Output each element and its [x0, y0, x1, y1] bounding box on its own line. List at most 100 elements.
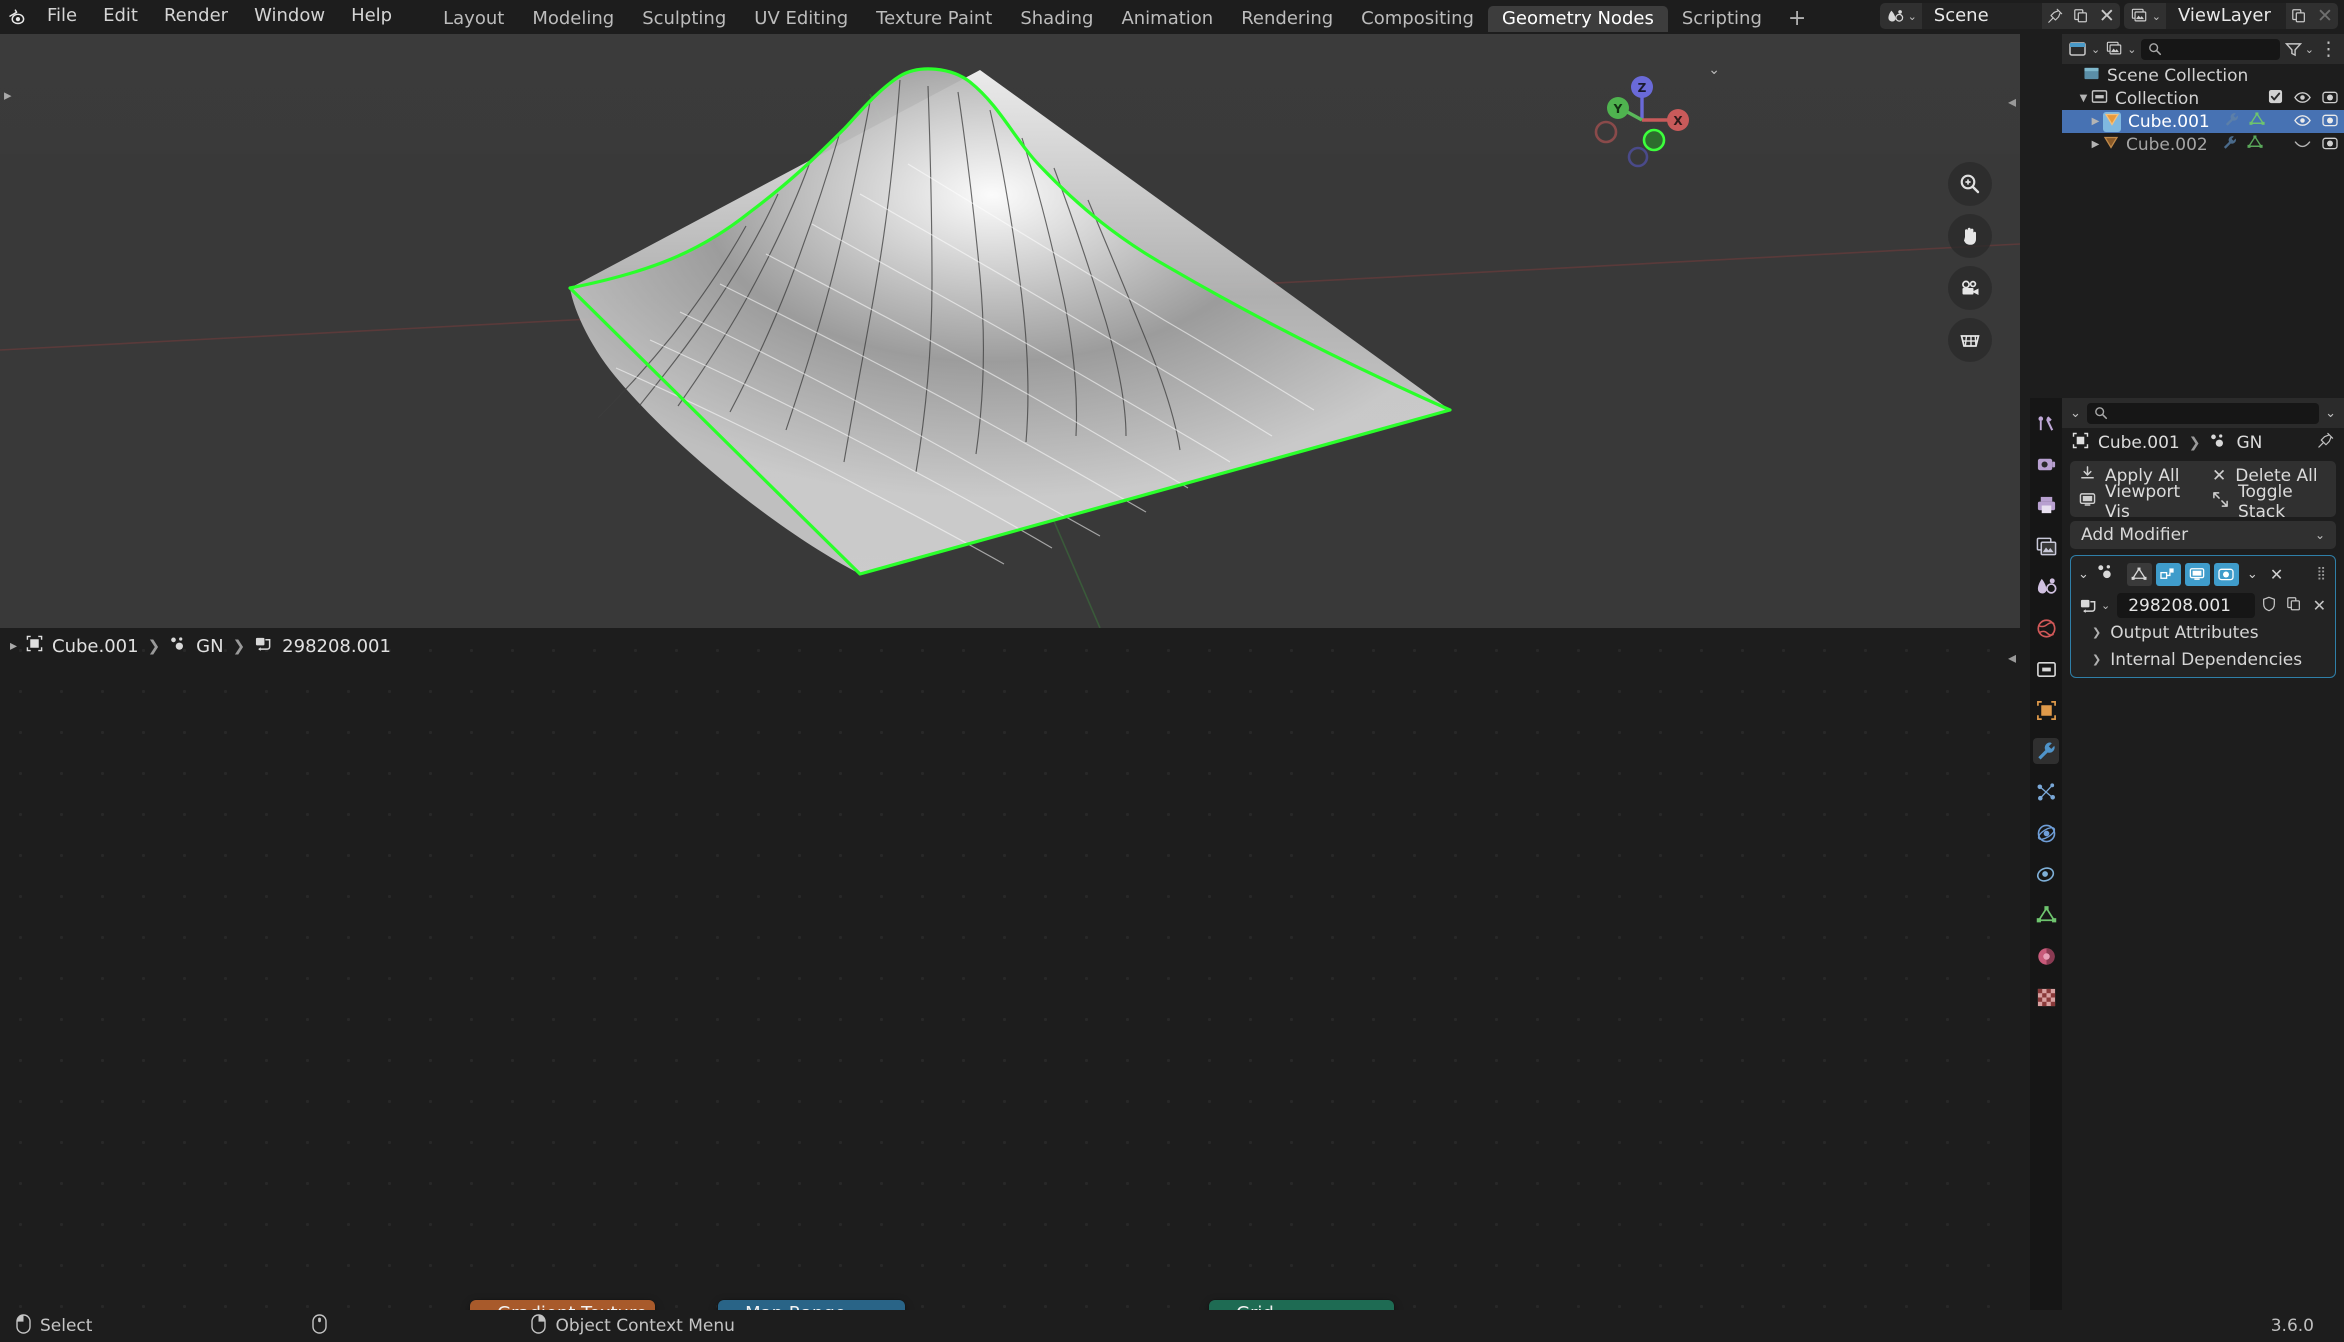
properties-tab-physics[interactable]: [2033, 820, 2059, 846]
outliner-row-scene-collection[interactable]: Scene Collection: [2062, 64, 2344, 87]
panel-internal-dependencies[interactable]: ❯ Internal Dependencies: [2075, 646, 2331, 673]
node-header[interactable]: ⌄ Grid: [1209, 1300, 1394, 1310]
properties-tab-view-layer[interactable]: [2033, 533, 2059, 559]
node-map-range[interactable]: ⌄ Map Range Result Float ⌄ Smooth Step ⌄…: [718, 1300, 905, 1310]
wrench-icon[interactable]: [2222, 135, 2238, 155]
chevron-down-icon[interactable]: ⌄: [2325, 406, 2336, 421]
add-modifier-button[interactable]: Add Modifier ⌄: [2070, 521, 2336, 549]
nodegroup-name-field[interactable]: 298208.001: [2117, 593, 2255, 618]
properties-editor[interactable]: ⌄ ⌄ Cube.001 ❯ GN Apply All ✕ Delete All…: [2062, 398, 2344, 1310]
properties-tab-collection[interactable]: [2033, 656, 2059, 682]
workspace-tab-shading[interactable]: Shading: [1006, 6, 1107, 32]
camera-icon[interactable]: [2322, 112, 2338, 132]
add-workspace-button[interactable]: +: [1776, 6, 1818, 32]
outliner-row-cube-002[interactable]: ▶ Cube.002: [2062, 133, 2344, 156]
blender-logo-icon[interactable]: [0, 0, 34, 32]
properties-tab-material[interactable]: [2033, 943, 2059, 969]
camera-icon[interactable]: [2322, 135, 2338, 155]
node-gradient-texture[interactable]: ⌄ Gradient Texture Color Fac Spherical ⌄…: [470, 1300, 655, 1310]
properties-tab-tool[interactable]: [2033, 410, 2059, 436]
mesh-data-icon[interactable]: [2249, 111, 2265, 132]
viewport-overlay-collapse[interactable]: ⌄: [1708, 62, 1720, 78]
eye-icon[interactable]: [2294, 112, 2311, 132]
workspace-tab-texture-paint[interactable]: Texture Paint: [862, 6, 1006, 32]
chevron-down-icon[interactable]: ⌄: [2243, 567, 2262, 582]
properties-search-input[interactable]: [2086, 402, 2320, 424]
workspace-tab-layout[interactable]: Layout: [429, 6, 518, 32]
new-scene-icon[interactable]: [2068, 3, 2094, 29]
zoom-icon[interactable]: [1948, 162, 1992, 206]
drag-dots-icon[interactable]: ⣿: [2316, 567, 2331, 580]
terrain-mesh[interactable]: [560, 62, 1460, 582]
geometry-node-editor[interactable]: ▸ Cube.001 ❯ GN ❯ 298208.001 ◂: [0, 630, 2020, 1310]
eye-closed-icon[interactable]: [2294, 135, 2311, 155]
node-header[interactable]: ⌄ Map Range: [718, 1300, 905, 1310]
modifier-panel[interactable]: ⌄ ⌄ ✕ ⣿ ⌄ 298208.001 ✕ ❯ Output Attribut…: [2070, 555, 2336, 678]
viewlayer-name[interactable]: ViewLayer: [2166, 3, 2286, 29]
properties-tab-render[interactable]: [2033, 451, 2059, 477]
scene-name[interactable]: Scene: [1921, 3, 2042, 29]
menu-file[interactable]: File: [34, 0, 90, 32]
new-nodetree-icon[interactable]: [2283, 595, 2305, 617]
editor-type-icon[interactable]: ⌄: [2068, 41, 2100, 57]
menu-help[interactable]: Help: [338, 0, 405, 32]
realtime-nodes-toggle[interactable]: [2155, 562, 2181, 586]
workspace-tab-rendering[interactable]: Rendering: [1227, 6, 1347, 32]
nodetree-icon[interactable]: ⌄: [2075, 597, 2114, 614]
unlink-icon[interactable]: ✕: [2308, 596, 2331, 615]
render-visibility-toggle[interactable]: [2213, 562, 2239, 586]
grid-icon[interactable]: [1948, 318, 1992, 362]
edit-mode-toggle[interactable]: [2126, 562, 2152, 586]
eye-icon[interactable]: [2294, 89, 2311, 109]
toggle-stack-button[interactable]: Toggle Stack: [2203, 482, 2336, 522]
mesh-data-icon[interactable]: [2247, 134, 2263, 155]
properties-tab-constraints[interactable]: [2033, 861, 2059, 887]
workspace-tab-sculpting[interactable]: Sculpting: [628, 6, 740, 32]
workspace-tab-geometry-nodes[interactable]: Geometry Nodes: [1487, 6, 1668, 32]
workspace-tab-scripting[interactable]: Scripting: [1668, 6, 1776, 32]
breadcrumb-expand-icon[interactable]: ▸: [10, 638, 17, 654]
breadcrumb-object-label[interactable]: Cube.001: [52, 636, 139, 657]
node-editor-n-panel-toggle[interactable]: ◂: [2008, 648, 2016, 667]
workspace-tab-compositing[interactable]: Compositing: [1347, 6, 1488, 32]
menu-edit[interactable]: Edit: [90, 0, 151, 32]
viewlayer-selector[interactable]: ⌄ ViewLayer ✕: [2123, 3, 2338, 29]
properties-tab-data[interactable]: [2033, 902, 2059, 928]
workspace-tab-modeling[interactable]: Modeling: [518, 6, 628, 32]
pin-icon[interactable]: [2042, 3, 2068, 29]
breadcrumb-modifier-label[interactable]: GN: [2236, 433, 2262, 453]
outliner-row-collection[interactable]: ▼ Collection: [2062, 87, 2344, 110]
menu-render[interactable]: Render: [151, 0, 241, 32]
node-header[interactable]: ⌄ Gradient Texture: [470, 1300, 655, 1310]
breadcrumb-modifier-label[interactable]: GN: [196, 636, 223, 657]
outliner-search-input[interactable]: [2141, 38, 2280, 60]
fake-user-icon[interactable]: [2258, 595, 2280, 617]
remove-viewlayer-icon[interactable]: ✕: [2312, 3, 2338, 29]
chevron-down-icon[interactable]: ⌄: [2075, 567, 2092, 582]
viewport-sidebar-toggle[interactable]: ▸: [4, 86, 12, 104]
camera-icon[interactable]: [2322, 89, 2338, 109]
workspace-tab-uv-editing[interactable]: UV Editing: [740, 6, 862, 32]
properties-tab-scene[interactable]: [2033, 574, 2059, 600]
hand-icon[interactable]: [1948, 214, 1992, 258]
expand-triangle[interactable]: ▶: [2088, 116, 2103, 127]
scene-selector[interactable]: ⌄ Scene ✕: [1879, 3, 2120, 29]
expand-triangle[interactable]: ▶: [2088, 139, 2103, 150]
workspace-tab-animation[interactable]: Animation: [1107, 6, 1227, 32]
checkbox-icon[interactable]: [2268, 89, 2283, 109]
panel-output-attributes[interactable]: ❯ Output Attributes: [2075, 619, 2331, 646]
wrench-icon[interactable]: [2224, 112, 2240, 132]
expand-triangle[interactable]: ▼: [2076, 93, 2091, 104]
camera-icon[interactable]: [1948, 266, 1992, 310]
breadcrumb-object-label[interactable]: Cube.001: [2098, 433, 2180, 453]
close-icon[interactable]: ✕: [2266, 565, 2287, 584]
new-viewlayer-icon[interactable]: [2286, 3, 2312, 29]
node-grid[interactable]: ⌄ Grid Mesh UV Map Size X 1 m Size Y 1 m: [1209, 1300, 1394, 1310]
outliner-row-cube-001[interactable]: ▶ Cube.001: [2062, 110, 2344, 133]
outliner[interactable]: ⌄ ⌄ ⌄ ⋮ Scene Collection ▼ Collection ▶ …: [2062, 34, 2344, 394]
unlink-scene-icon[interactable]: ✕: [2094, 3, 2120, 29]
menu-window[interactable]: Window: [241, 0, 338, 32]
properties-tab-output[interactable]: [2033, 492, 2059, 518]
outliner-options-icon[interactable]: ⋮: [2319, 38, 2338, 60]
navigation-gizmo[interactable]: Z X Y: [1594, 72, 1690, 168]
